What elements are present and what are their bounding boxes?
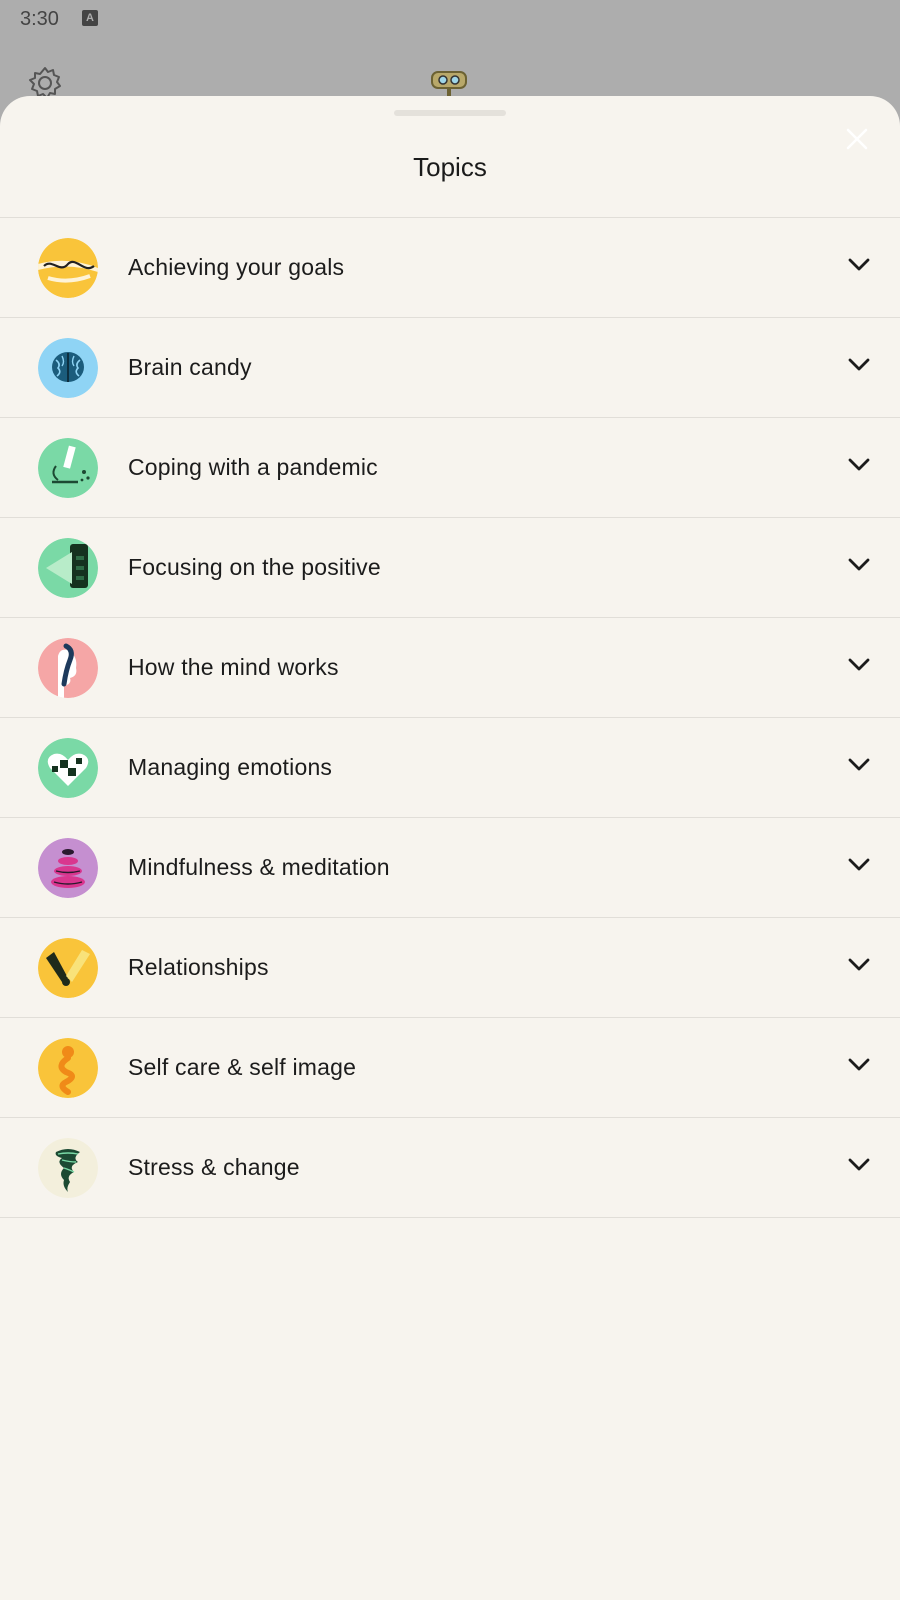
microscope-icon	[38, 438, 98, 498]
status-bar: 3:30 A	[0, 0, 900, 40]
close-button[interactable]	[842, 124, 872, 154]
chevron-down-icon	[848, 1058, 870, 1071]
sheet-title: Topics	[413, 152, 487, 182]
drag-handle[interactable]	[394, 110, 506, 116]
topic-row-achieving-goals[interactable]: Achieving your goals	[0, 218, 900, 318]
chevron-down-icon	[848, 1158, 870, 1171]
topic-row-stress-change[interactable]: Stress & change	[0, 1118, 900, 1218]
topic-label: Stress & change	[128, 1154, 300, 1180]
topic-row-mindfulness[interactable]: Mindfulness & meditation	[0, 818, 900, 918]
topic-label: Relationships	[128, 954, 269, 980]
topic-row-managing-emotions[interactable]: Managing emotions	[0, 718, 900, 818]
chevron-down-icon	[848, 858, 870, 871]
chevron-down-icon	[848, 558, 870, 571]
figure-icon	[38, 1038, 98, 1098]
topic-label: Self care & self image	[128, 1054, 357, 1080]
topic-row-coping-pandemic[interactable]: Coping with a pandemic	[0, 418, 900, 518]
status-time: 3:30	[20, 8, 59, 30]
brain-icon	[38, 338, 98, 398]
chevron-down-icon	[848, 358, 870, 371]
topic-label: Coping with a pandemic	[128, 454, 378, 480]
robot-mascot-icon	[430, 68, 468, 98]
topic-list: Achieving your goals Brain candy Coping …	[0, 217, 900, 1218]
head-icon	[38, 638, 98, 698]
topic-label: Managing emotions	[128, 754, 333, 780]
phone-icon	[38, 538, 98, 598]
chevron-down-icon	[848, 958, 870, 971]
goals-icon	[38, 238, 98, 298]
topic-row-how-mind-works[interactable]: How the mind works	[0, 618, 900, 718]
topic-row-brain-candy[interactable]: Brain candy	[0, 318, 900, 418]
topic-label: Brain candy	[128, 354, 252, 380]
chevron-down-icon	[848, 758, 870, 771]
tornado-icon	[38, 1138, 98, 1198]
settings-gear-icon	[28, 66, 62, 100]
handshake-icon	[38, 938, 98, 998]
topics-sheet: Topics Achieving your goals Brain candy …	[0, 96, 900, 1600]
topic-row-relationships[interactable]: Relationships	[0, 918, 900, 1018]
topic-row-self-care[interactable]: Self care & self image	[0, 1018, 900, 1118]
topic-row-focusing-positive[interactable]: Focusing on the positive	[0, 518, 900, 618]
topic-label: Focusing on the positive	[128, 554, 381, 580]
chevron-down-icon	[848, 458, 870, 471]
topic-label: Mindfulness & meditation	[128, 854, 390, 880]
topic-label: Achieving your goals	[128, 254, 345, 280]
topic-label: How the mind works	[128, 654, 339, 680]
chevron-down-icon	[848, 258, 870, 271]
close-icon	[846, 128, 868, 150]
heart-icon	[38, 738, 98, 798]
notification-a-icon: A	[82, 10, 98, 26]
stones-icon	[38, 838, 98, 898]
chevron-down-icon	[848, 658, 870, 671]
